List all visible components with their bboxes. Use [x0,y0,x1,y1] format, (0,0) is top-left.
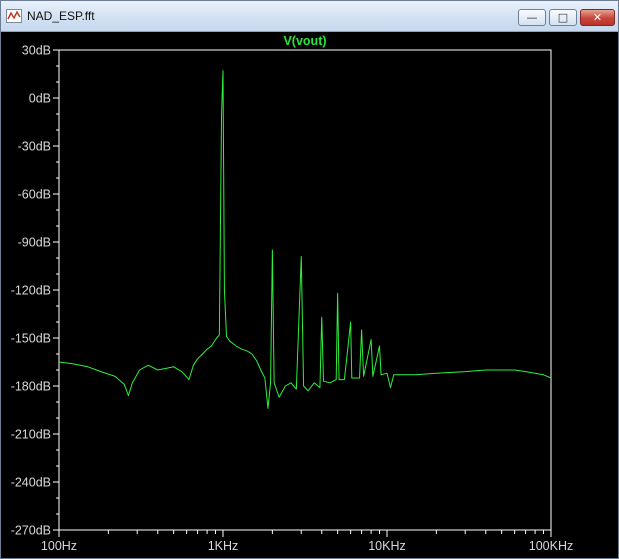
close-button[interactable]: ✕ [580,9,615,26]
y-tick-label: 30dB [22,44,51,58]
y-tick-label: 0dB [29,92,51,106]
plot-window: NAD_ESP.fft — □ ✕ V(vout) 30dB 0dB -30dB -6… [0,0,619,559]
y-tick-label: -150dB [11,332,51,346]
series-line-0 [58,70,552,409]
waveform-plot-icon [6,9,22,23]
y-tick-label: -210dB [11,428,51,442]
y-tick-label: -240dB [11,476,51,490]
x-tick-label: 100KHz [529,539,573,553]
y-tick-label: -60dB [18,188,51,202]
plot-frame [58,49,552,531]
x-tick-label: 10KHz [368,539,406,553]
y-tick-label: -180dB [11,380,51,394]
y-tick-label: -270dB [11,524,51,538]
trace-title[interactable]: V(vout) [283,34,326,48]
x-tick-label: 1KHz [208,539,239,553]
axis-layer: 30dB 0dB -30dB -60dB -90dB -120dB -150dB -180dB… [11,44,574,554]
y-tick-label: -90dB [18,236,51,250]
x-tick-label: 100Hz [41,539,77,553]
trace-layer [58,70,552,409]
y-tick-label: -30dB [18,140,51,154]
title-bar[interactable]: NAD_ESP.fft — □ ✕ [1,1,618,32]
window-title: NAD_ESP.fft [27,9,95,23]
fft-plot[interactable]: V(vout) 30dB 0dB -30dB -60dB -90dB -120dB -150… [1,31,618,559]
y-tick-label: -120dB [11,284,51,298]
maximize-button[interactable]: □ [549,9,577,26]
minimize-button[interactable]: — [518,9,546,26]
